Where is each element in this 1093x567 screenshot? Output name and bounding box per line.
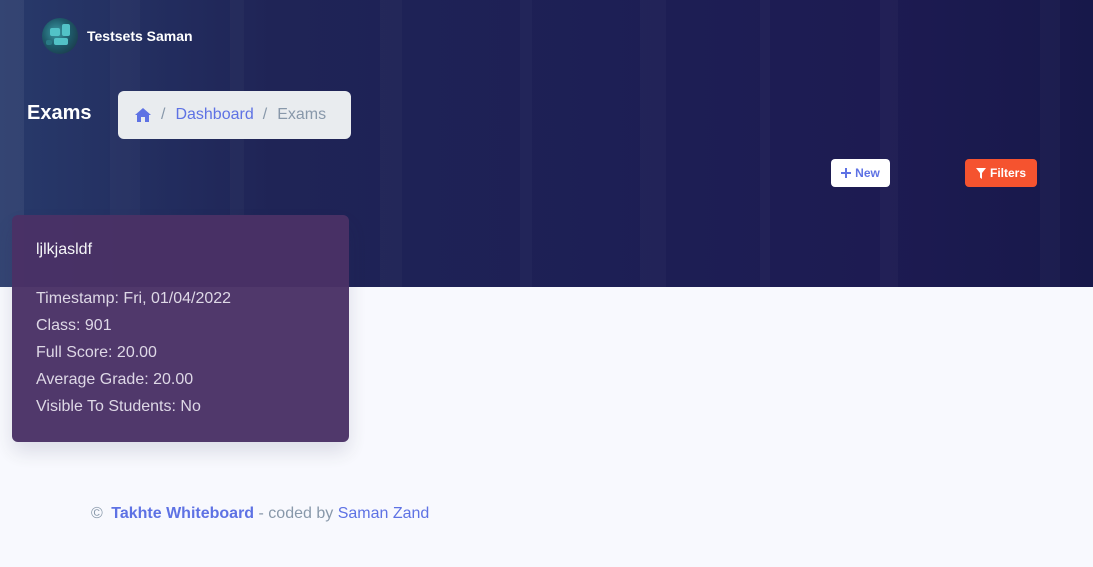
breadcrumb-dashboard-link[interactable]: Dashboard xyxy=(175,106,253,124)
avatar-icon xyxy=(42,18,78,54)
home-icon[interactable] xyxy=(134,107,152,123)
copyright-symbol: © xyxy=(91,505,103,522)
exam-visibility: Visible To Students: No xyxy=(36,398,201,415)
page-title: Exams xyxy=(27,102,92,124)
exam-full-score: Full Score: 20.00 xyxy=(36,344,157,361)
breadcrumb-separator: / xyxy=(262,106,268,123)
breadcrumb-current: Exams xyxy=(277,106,327,123)
new-exam-button[interactable]: New xyxy=(831,159,890,187)
user-name: Testsets Saman xyxy=(87,28,193,44)
breadcrumb: / Dashboard / Exams xyxy=(118,91,351,139)
filters-button-label: Filters xyxy=(989,166,1026,180)
exam-average-grade: Average Grade: 20.00 xyxy=(36,371,194,388)
footer-coded-by: - coded by xyxy=(258,505,334,522)
new-button-label: New xyxy=(855,166,880,180)
breadcrumb-separator: / xyxy=(161,106,166,123)
footer-author-link[interactable]: Saman Zand xyxy=(338,505,430,522)
filter-icon xyxy=(975,167,986,179)
footer-brand-link[interactable]: Takhte Whiteboard xyxy=(111,505,254,522)
exam-class: Class: 901 xyxy=(36,317,112,334)
exam-card[interactable]: ljlkjasldf Timestamp: Fri, 01/04/2022 Cl… xyxy=(12,215,349,442)
filters-button[interactable]: Filters xyxy=(965,159,1037,187)
plus-icon xyxy=(841,168,852,178)
exam-title: ljlkjasldf xyxy=(36,241,93,258)
footer: © Takhte Whiteboard - coded by Saman Zan… xyxy=(91,505,429,523)
exam-timestamp: Timestamp: Fri, 01/04/2022 xyxy=(36,290,232,307)
user-menu[interactable]: Testsets Saman xyxy=(42,18,193,54)
